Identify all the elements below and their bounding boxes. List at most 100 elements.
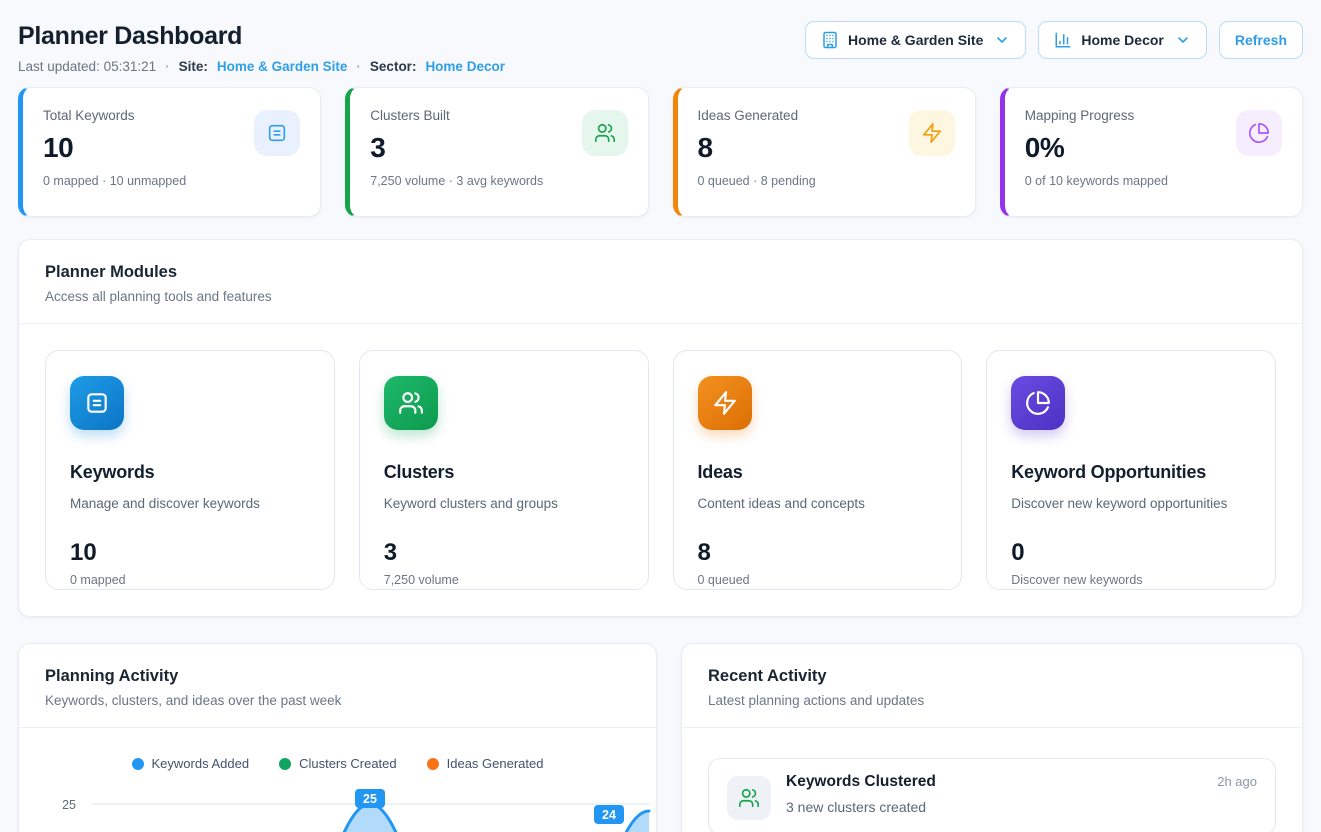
- activity-description: 3 new clusters created: [786, 799, 1257, 815]
- planning-activity-header: Planning Activity Keywords, clusters, an…: [19, 644, 656, 728]
- bar-chart-icon: [1054, 31, 1072, 49]
- module-description: Keyword clusters and groups: [384, 496, 624, 511]
- refresh-button[interactable]: Refresh: [1219, 21, 1303, 59]
- legend-dot-green: [279, 758, 291, 770]
- data-label-25: 25: [355, 789, 385, 808]
- zap-icon: [698, 376, 752, 430]
- modules-title: Planner Modules: [45, 263, 1276, 282]
- activity-list: Keywords Clustered 2h ago 3 new clusters…: [682, 728, 1302, 832]
- site-selector-dropdown[interactable]: Home & Garden Site: [805, 21, 1026, 59]
- legend-dot-orange: [427, 758, 439, 770]
- zap-icon: [909, 110, 955, 156]
- legend-label: Ideas Generated: [447, 756, 544, 771]
- stat-sub: 0 mapped · 10 unmapped: [43, 174, 300, 188]
- chart-legend: Keywords Added Clusters Created Ideas Ge…: [19, 756, 656, 771]
- planning-activity-title: Planning Activity: [45, 667, 630, 686]
- modules-subtitle: Access all planning tools and features: [45, 289, 1276, 304]
- planner-dashboard-page: Planner Dashboard Last updated: 05:31:21…: [0, 0, 1321, 832]
- activity-timestamp: 2h ago: [1217, 774, 1257, 789]
- topbar-left: Planner Dashboard Last updated: 05:31:21…: [18, 12, 505, 74]
- planning-activity-chart: 25 25 24: [19, 783, 656, 832]
- module-card-clusters[interactable]: Clusters Keyword clusters and groups 3 7…: [359, 350, 649, 590]
- data-label-24: 24: [594, 805, 624, 824]
- stat-card-clusters-built: Clusters Built 3 7,250 volume · 3 avg ke…: [345, 87, 648, 217]
- users-icon: [384, 376, 438, 430]
- site-selector-label: Home & Garden Site: [848, 32, 983, 48]
- sector-selector-label: Home Decor: [1081, 32, 1163, 48]
- recent-activity-subtitle: Latest planning actions and updates: [708, 693, 1276, 708]
- module-value: 10: [70, 539, 310, 567]
- activity-body: Keywords Clustered 2h ago 3 new clusters…: [786, 773, 1257, 815]
- building-icon: [821, 31, 839, 49]
- meta-separator: ·: [356, 59, 361, 74]
- module-description: Manage and discover keywords: [70, 496, 310, 511]
- activity-title: Keywords Clustered: [786, 773, 936, 791]
- module-sub: Discover new keywords: [1011, 573, 1251, 587]
- module-title: Keywords: [70, 462, 310, 483]
- sector-link[interactable]: Home Decor: [425, 59, 505, 74]
- bottom-row: Planning Activity Keywords, clusters, an…: [18, 643, 1303, 832]
- site-label: Site:: [179, 59, 208, 74]
- legend-label: Clusters Created: [299, 756, 397, 771]
- last-updated-text: Last updated: 05:31:21: [18, 59, 156, 74]
- page-title: Planner Dashboard: [18, 22, 505, 51]
- stats-row: Total Keywords 10 0 mapped · 10 unmapped…: [18, 87, 1303, 217]
- legend-dot-blue: [132, 758, 144, 770]
- module-title: Keyword Opportunities: [1011, 462, 1251, 483]
- topbar: Planner Dashboard Last updated: 05:31:21…: [18, 12, 1303, 74]
- activity-top-row: Keywords Clustered 2h ago: [786, 773, 1257, 791]
- module-value: 3: [384, 539, 624, 567]
- module-sub: 0 mapped: [70, 573, 310, 587]
- pie-chart-icon: [1011, 376, 1065, 430]
- modules-grid: Keywords Manage and discover keywords 10…: [19, 324, 1302, 616]
- stat-card-mapping-progress: Mapping Progress 0% 0 of 10 keywords map…: [1000, 87, 1303, 217]
- module-title: Clusters: [384, 462, 624, 483]
- y-axis-tick: 25: [62, 798, 76, 812]
- document-icon: [70, 376, 124, 430]
- activity-item-keywords-clustered: Keywords Clustered 2h ago 3 new clusters…: [708, 758, 1276, 832]
- topbar-actions: Home & Garden Site Home Decor Refresh: [805, 21, 1303, 59]
- stat-sub: 7,250 volume · 3 avg keywords: [370, 174, 627, 188]
- refresh-button-label: Refresh: [1235, 32, 1287, 48]
- stat-card-total-keywords: Total Keywords 10 0 mapped · 10 unmapped: [18, 87, 321, 217]
- sector-label: Sector:: [370, 59, 417, 74]
- legend-item-ideas-generated[interactable]: Ideas Generated: [427, 756, 544, 771]
- recent-activity-panel: Recent Activity Latest planning actions …: [681, 643, 1303, 832]
- legend-item-clusters-created[interactable]: Clusters Created: [279, 756, 397, 771]
- planner-modules-panel: Planner Modules Access all planning tool…: [18, 239, 1303, 617]
- sector-selector-dropdown[interactable]: Home Decor: [1038, 21, 1206, 59]
- recent-activity-title: Recent Activity: [708, 667, 1276, 686]
- svg-text:25: 25: [363, 792, 377, 806]
- stat-sub: 0 of 10 keywords mapped: [1025, 174, 1282, 188]
- users-icon: [582, 110, 628, 156]
- meta-row: Last updated: 05:31:21 · Site: Home & Ga…: [18, 59, 505, 74]
- pie-chart-icon: [1236, 110, 1282, 156]
- area-chart: 25 25 24: [19, 783, 656, 832]
- document-icon: [254, 110, 300, 156]
- keywords-added-area: [91, 804, 649, 832]
- legend-item-keywords-added[interactable]: Keywords Added: [132, 756, 250, 771]
- stat-sub: 0 queued · 8 pending: [698, 174, 955, 188]
- legend-label: Keywords Added: [152, 756, 250, 771]
- module-description: Content ideas and concepts: [698, 496, 938, 511]
- svg-text:24: 24: [602, 808, 616, 822]
- chevron-down-icon: [994, 32, 1010, 48]
- module-value: 8: [698, 539, 938, 567]
- meta-separator: ·: [165, 59, 170, 74]
- recent-activity-header: Recent Activity Latest planning actions …: [682, 644, 1302, 728]
- module-card-keywords[interactable]: Keywords Manage and discover keywords 10…: [45, 350, 335, 590]
- module-value: 0: [1011, 539, 1251, 567]
- module-card-keyword-opportunities[interactable]: Keyword Opportunities Discover new keywo…: [986, 350, 1276, 590]
- site-link[interactable]: Home & Garden Site: [217, 59, 348, 74]
- modules-panel-header: Planner Modules Access all planning tool…: [19, 240, 1302, 324]
- chevron-down-icon: [1175, 32, 1191, 48]
- module-title: Ideas: [698, 462, 938, 483]
- module-sub: 7,250 volume: [384, 573, 624, 587]
- users-icon: [727, 776, 771, 820]
- module-sub: 0 queued: [698, 573, 938, 587]
- module-description: Discover new keyword opportunities: [1011, 496, 1251, 511]
- module-card-ideas[interactable]: Ideas Content ideas and concepts 8 0 que…: [673, 350, 963, 590]
- planning-activity-subtitle: Keywords, clusters, and ideas over the p…: [45, 693, 630, 708]
- planning-activity-panel: Planning Activity Keywords, clusters, an…: [18, 643, 657, 832]
- stat-card-ideas-generated: Ideas Generated 8 0 queued · 8 pending: [673, 87, 976, 217]
